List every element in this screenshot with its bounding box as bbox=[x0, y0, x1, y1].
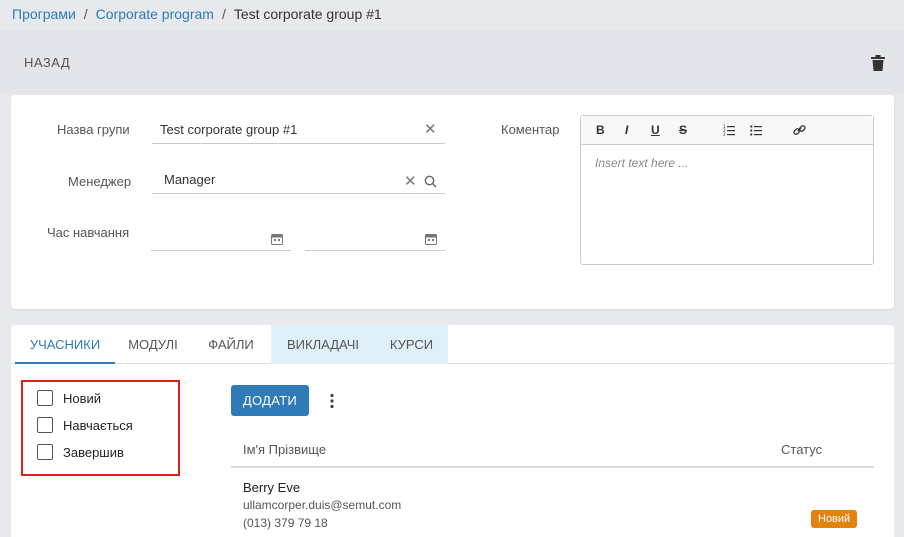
manager-label: Менеджер bbox=[68, 174, 132, 189]
trash-icon[interactable] bbox=[871, 55, 885, 71]
tab-courses[interactable]: КУРСИ bbox=[375, 325, 448, 364]
ordered-list-icon[interactable]: 1 2 3 bbox=[723, 124, 735, 136]
group-form-card: Назва групи Test corporate group #1 ✕ Ме… bbox=[11, 95, 894, 309]
group-name-label: Назва групи bbox=[57, 122, 130, 137]
participant-email: ullamcorper.duis@semut.com bbox=[243, 498, 402, 512]
end-date-field[interactable] bbox=[305, 223, 445, 251]
filter-label: Новий bbox=[63, 390, 102, 406]
calendar-icon[interactable] bbox=[425, 233, 437, 245]
manager-value: Manager bbox=[164, 172, 216, 187]
tab-modules[interactable]: МОДУЛІ bbox=[115, 325, 191, 364]
breadcrumb-separator: / bbox=[221, 6, 226, 22]
calendar-icon[interactable] bbox=[271, 233, 283, 245]
tab-files[interactable]: ФАЙЛИ bbox=[191, 325, 271, 364]
breadcrumb-separator: / bbox=[83, 6, 88, 22]
add-button[interactable]: ДОДАТИ bbox=[231, 385, 309, 416]
group-name-value: Test corporate group #1 bbox=[160, 122, 298, 137]
filter-label: Завершив bbox=[63, 444, 124, 460]
filter-studying[interactable]: Навчається bbox=[37, 417, 133, 433]
checkbox[interactable] bbox=[37, 444, 53, 460]
strikethrough-button[interactable]: S bbox=[679, 123, 687, 137]
breadcrumb-current: Test corporate group #1 bbox=[233, 6, 382, 22]
participant-phone: (013) 379 79 18 bbox=[243, 516, 328, 530]
clear-icon[interactable]: ✕ bbox=[424, 120, 437, 138]
status-filter: Новий Навчається Завершив bbox=[21, 380, 180, 476]
participant-name: Berry Eve bbox=[243, 480, 301, 495]
more-vertical-icon[interactable] bbox=[329, 393, 335, 409]
participants-card: УЧАСНИКИ МОДУЛІ ФАЙЛИ ВИКЛАДАЧІ КУРСИ Но… bbox=[11, 325, 894, 537]
comment-editor[interactable]: B I U S 1 2 3 Insert text here ... bbox=[580, 115, 874, 265]
bold-button[interactable]: B bbox=[596, 123, 605, 137]
checkbox[interactable] bbox=[37, 390, 53, 406]
search-icon[interactable] bbox=[424, 175, 437, 188]
study-time-label: Час навчання bbox=[47, 225, 130, 240]
column-status[interactable]: Статус bbox=[781, 442, 822, 457]
tab-teachers[interactable]: ВИКЛАДАЧІ bbox=[271, 325, 375, 364]
link-icon[interactable] bbox=[793, 124, 806, 136]
comment-label: Коментар bbox=[501, 122, 560, 137]
table-header: Ім'я Прізвище Статус bbox=[231, 432, 874, 468]
checkbox[interactable] bbox=[37, 417, 53, 433]
back-button[interactable]: НАЗАД bbox=[24, 55, 70, 70]
tab-bar: УЧАСНИКИ МОДУЛІ ФАЙЛИ ВИКЛАДАЧІ КУРСИ bbox=[11, 325, 894, 364]
filter-label: Навчається bbox=[63, 417, 133, 433]
editor-toolbar: B I U S 1 2 3 bbox=[581, 116, 873, 145]
column-name[interactable]: Ім'я Прізвище bbox=[243, 442, 326, 457]
svg-text:3: 3 bbox=[723, 132, 726, 136]
status-badge: Новий bbox=[811, 510, 858, 528]
tab-participants[interactable]: УЧАСНИКИ bbox=[15, 325, 115, 364]
bullet-list-icon[interactable] bbox=[750, 124, 762, 136]
breadcrumb-programs[interactable]: Програми bbox=[12, 6, 76, 22]
italic-button[interactable]: I bbox=[625, 123, 628, 137]
clear-icon[interactable]: ✕ bbox=[404, 172, 417, 190]
start-date-field[interactable] bbox=[151, 223, 291, 251]
underline-button[interactable]: U bbox=[651, 123, 660, 137]
filter-new[interactable]: Новий bbox=[37, 390, 101, 406]
group-name-field[interactable]: Test corporate group #1 ✕ bbox=[152, 116, 445, 144]
comment-placeholder: Insert text here ... bbox=[595, 156, 689, 170]
filter-completed[interactable]: Завершив bbox=[37, 444, 124, 460]
top-action-bar bbox=[0, 30, 904, 94]
breadcrumb: Програми / Corporate program / Test corp… bbox=[12, 6, 382, 22]
breadcrumb-corporate-program[interactable]: Corporate program bbox=[96, 6, 214, 22]
manager-field[interactable]: Manager ✕ bbox=[152, 166, 445, 194]
